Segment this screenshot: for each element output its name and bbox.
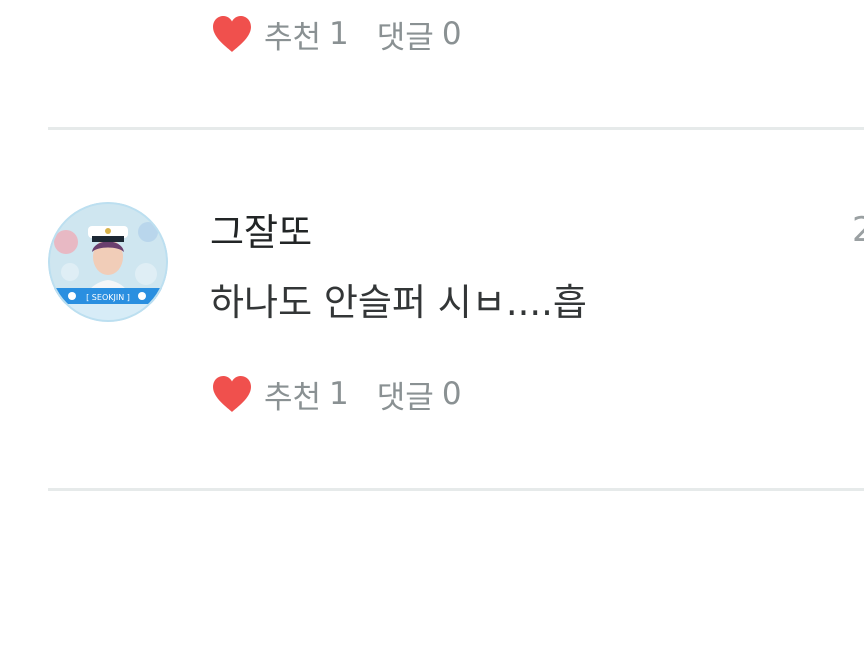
comment-list: 추천 1 댓글 0 [SEOKJIN] 그잘또 2 하나도 안슬퍼 시ㅂ..…	[0, 0, 864, 648]
like-count: 1	[329, 16, 349, 52]
comment-actions: 추천 1 댓글 0	[210, 12, 462, 56]
reply-label[interactable]: 댓글	[377, 372, 434, 417]
heart-icon[interactable]	[210, 374, 254, 414]
divider	[48, 488, 864, 491]
username[interactable]: 그잘또	[210, 208, 312, 258]
avatar[interactable]: [ SEOKJIN ]	[48, 202, 168, 322]
like-count: 1	[329, 376, 349, 412]
heart-icon[interactable]	[210, 14, 254, 54]
avatar-banner-text: [ SEOKJIN ]	[86, 293, 130, 302]
like-label[interactable]: 추천	[264, 372, 321, 417]
reply-label[interactable]: 댓글	[377, 12, 434, 57]
comment-text: 하나도 안슬퍼 시ㅂ....흡	[210, 281, 587, 324]
divider	[48, 127, 864, 130]
timestamp: 2	[852, 210, 864, 250]
reply-count: 0	[441, 376, 462, 412]
like-label[interactable]: 추천	[264, 12, 321, 57]
comment-actions: 추천 1 댓글 0	[210, 372, 462, 416]
reply-count: 0	[441, 16, 462, 52]
